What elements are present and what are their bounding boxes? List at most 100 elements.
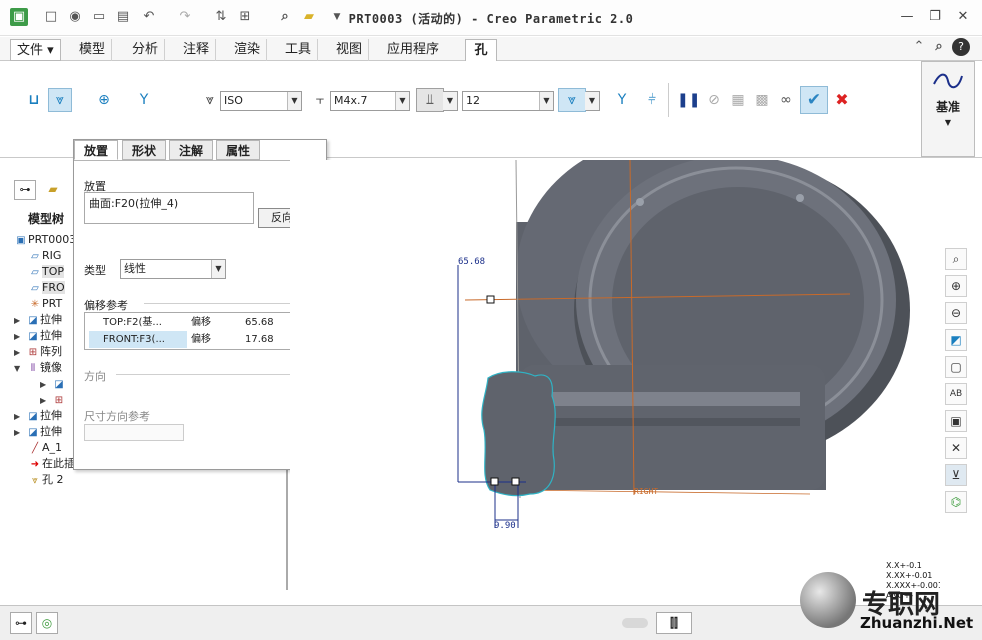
display-style-icon[interactable]: ▢ xyxy=(945,356,967,378)
tab-tools[interactable]: 工具 xyxy=(279,39,319,61)
ribbon-search-icon[interactable]: ⌕ xyxy=(930,38,948,56)
tree-item-extrude-1[interactable]: ▶ ◪ 拉伸 xyxy=(14,312,62,328)
expand-icon[interactable]: ▶ xyxy=(14,329,26,345)
thread-depth-dropdown[interactable]: ▼ xyxy=(585,91,600,111)
collapse-ribbon-icon[interactable]: ⌃ xyxy=(910,38,928,56)
zoom-out-icon[interactable]: ⊖ xyxy=(945,302,967,324)
table-row[interactable]: TOP:F2(基... 偏移 65.68 xyxy=(85,314,315,331)
screw-size-select[interactable]: M4x.7 ▼ xyxy=(330,91,410,111)
part-icon: ▣ xyxy=(16,235,26,246)
base-block xyxy=(520,365,825,490)
minimize-button[interactable]: — xyxy=(896,8,918,26)
tree-item-extrude-4[interactable]: ▶ ◪ 拉伸 xyxy=(14,424,62,440)
glasses-icon[interactable]: ∞ xyxy=(774,88,798,112)
smart-filter-icon[interactable]: ⫿⫿ xyxy=(656,612,692,634)
tree-item-mirror-child-2[interactable]: ▶ ⊞ xyxy=(40,392,66,408)
tab-properties[interactable]: 属性 xyxy=(216,140,261,160)
countersink-icon[interactable]: Y xyxy=(132,88,156,112)
pause-icon[interactable]: ❚❚ xyxy=(676,88,700,112)
offset-references-table: TOP:F2(基... 偏移 65.68 FRONT:F3(... 偏移 17.… xyxy=(84,312,316,350)
add-counterbore-icon[interactable]: ⫩ xyxy=(640,88,664,112)
tree-item-right-plane[interactable]: ▱ RIG xyxy=(28,248,61,264)
restore-button[interactable]: ❐ xyxy=(924,8,946,26)
placement-type-select[interactable]: 线性 ▼ xyxy=(120,259,226,279)
dimension-vertical-value[interactable]: 65.68 xyxy=(458,257,485,267)
tree-item-part[interactable]: ▣ PRT0003 xyxy=(14,232,76,248)
drag-handle-bottom[interactable] xyxy=(490,477,499,486)
tree-item-extrude-2[interactable]: ▶ ◪ 拉伸 xyxy=(14,328,62,344)
standard-hole-icon[interactable]: ⩔ xyxy=(48,88,72,112)
dimension-direction-collector[interactable] xyxy=(84,424,184,441)
datum-group[interactable]: 基准 ▼ xyxy=(921,61,975,157)
model-tree-tab-icon[interactable]: ⊶ xyxy=(14,180,36,200)
tab-analysis[interactable]: 分析 xyxy=(126,39,166,61)
expand-icon[interactable]: ▶ xyxy=(40,377,52,393)
help-icon[interactable]: ? xyxy=(952,38,970,56)
attached-preview-icon[interactable]: ▦ xyxy=(726,88,750,112)
view-manager-icon[interactable]: ▣ xyxy=(945,410,967,432)
tree-item-front-plane[interactable]: ▱ FRO xyxy=(28,280,65,296)
hole-preview[interactable] xyxy=(481,371,556,497)
expand-icon[interactable]: ▶ xyxy=(14,425,26,441)
tab-model[interactable]: 模型 xyxy=(73,39,113,61)
expand-icon[interactable]: ▶ xyxy=(14,345,26,361)
apply-checkmark-icon[interactable]: ✔ xyxy=(800,86,828,114)
close-window-button[interactable]: ✕ xyxy=(952,8,974,26)
tab-placement[interactable]: 放置 xyxy=(74,140,119,160)
graphics-window[interactable]: 65.68 9.90 RIGHT X.X+-0.1 X.XX+-0.01 X.X… xyxy=(290,160,940,605)
tab-file[interactable]: 文件 ▾ xyxy=(10,39,61,61)
expand-icon[interactable]: ▶ xyxy=(14,409,26,425)
table-row[interactable]: FRONT:F3(... 偏移 17.68 xyxy=(85,331,315,348)
depth-value-input[interactable]: 12 ▼ xyxy=(462,91,554,111)
tree-item-mirror-child-1[interactable]: ▶ ◪ xyxy=(40,376,66,392)
model-viewport[interactable]: 65.68 9.90 RIGHT X.X+-0.1 X.XX+-0.01 X.X… xyxy=(290,160,940,605)
tap-icon[interactable]: ⊕ xyxy=(92,88,116,112)
simple-hole-icon[interactable]: ⊔ xyxy=(22,88,46,112)
expand-icon[interactable]: ▶ xyxy=(40,393,52,409)
tab-applications[interactable]: 应用程序 xyxy=(381,39,445,61)
thread-standard-select[interactable]: ISO ▼ xyxy=(220,91,302,111)
expand-icon[interactable]: ▶ xyxy=(14,313,26,329)
placement-reference-collector[interactable]: 曲面:F20(拉伸_4) xyxy=(84,192,254,224)
tab-note[interactable]: 注解 xyxy=(169,140,214,160)
verify-mode-icon[interactable]: ▩ xyxy=(750,88,774,112)
insert-arrow-icon: ➜ xyxy=(30,459,40,470)
refit-icon[interactable]: ⌕ xyxy=(945,248,967,270)
direction-label: 方向 xyxy=(84,370,106,383)
drag-handle-top[interactable] xyxy=(486,295,495,304)
chevron-down-icon: ▼ xyxy=(211,260,225,278)
saved-views-icon[interactable]: AB xyxy=(945,383,967,405)
tree-item-extrude-3[interactable]: ▶ ◪ 拉伸 xyxy=(14,408,62,424)
chevron-down-icon: ▼ xyxy=(944,118,952,127)
drag-handle-center[interactable] xyxy=(511,477,520,486)
datum-display-icon[interactable]: ✕ xyxy=(945,437,967,459)
tab-view[interactable]: 视图 xyxy=(330,39,370,61)
depth-option-dropdown[interactable]: ▼ xyxy=(443,91,458,111)
plane-icon: ▱ xyxy=(31,267,39,278)
show-navigator-icon[interactable]: ⊶ xyxy=(10,612,32,634)
tab-hole[interactable]: 孔 xyxy=(465,39,497,61)
folder-browser-tab-icon[interactable]: ▰ xyxy=(42,180,64,200)
spin-center-icon[interactable]: ⌬ xyxy=(945,491,967,513)
cancel-x-icon[interactable]: ✖ xyxy=(830,88,854,112)
annotation-display-icon[interactable]: ⊻ xyxy=(945,464,967,486)
tolerance-line: X.XX+-0.01 xyxy=(886,571,932,580)
thread-depth-icon[interactable]: ⩔ xyxy=(558,88,586,112)
collapse-icon[interactable]: ▼ xyxy=(14,361,26,377)
browser-toggle-icon[interactable]: ◎ xyxy=(36,612,58,634)
tree-item-pattern[interactable]: ▶ ⊞ 阵列 xyxy=(14,344,62,360)
zoom-in-icon[interactable]: ⊕ xyxy=(945,275,967,297)
tab-shape[interactable]: 形状 xyxy=(122,140,167,160)
add-countersink-icon[interactable]: Y xyxy=(610,88,634,112)
tree-item-hole[interactable]: ⩔ 孔 2 xyxy=(28,472,63,488)
depth-option-icon[interactable]: ⫫ xyxy=(416,88,444,112)
dimension-small-value[interactable]: 9.90 xyxy=(494,521,516,531)
no-preview-icon[interactable]: ⊘ xyxy=(702,88,726,112)
tree-item-top-plane[interactable]: ▱ TOP xyxy=(28,264,65,280)
tab-render[interactable]: 渲染 xyxy=(228,39,268,61)
tree-item-axis[interactable]: ╱ A_1 xyxy=(28,440,62,456)
tab-annotate[interactable]: 注释 xyxy=(177,39,217,61)
repaint-icon[interactable]: ◩ xyxy=(945,329,967,351)
tree-item-csys[interactable]: ✳ PRT xyxy=(28,296,62,312)
tree-item-mirror[interactable]: ▼ ⫴ 镜像 xyxy=(14,360,62,376)
